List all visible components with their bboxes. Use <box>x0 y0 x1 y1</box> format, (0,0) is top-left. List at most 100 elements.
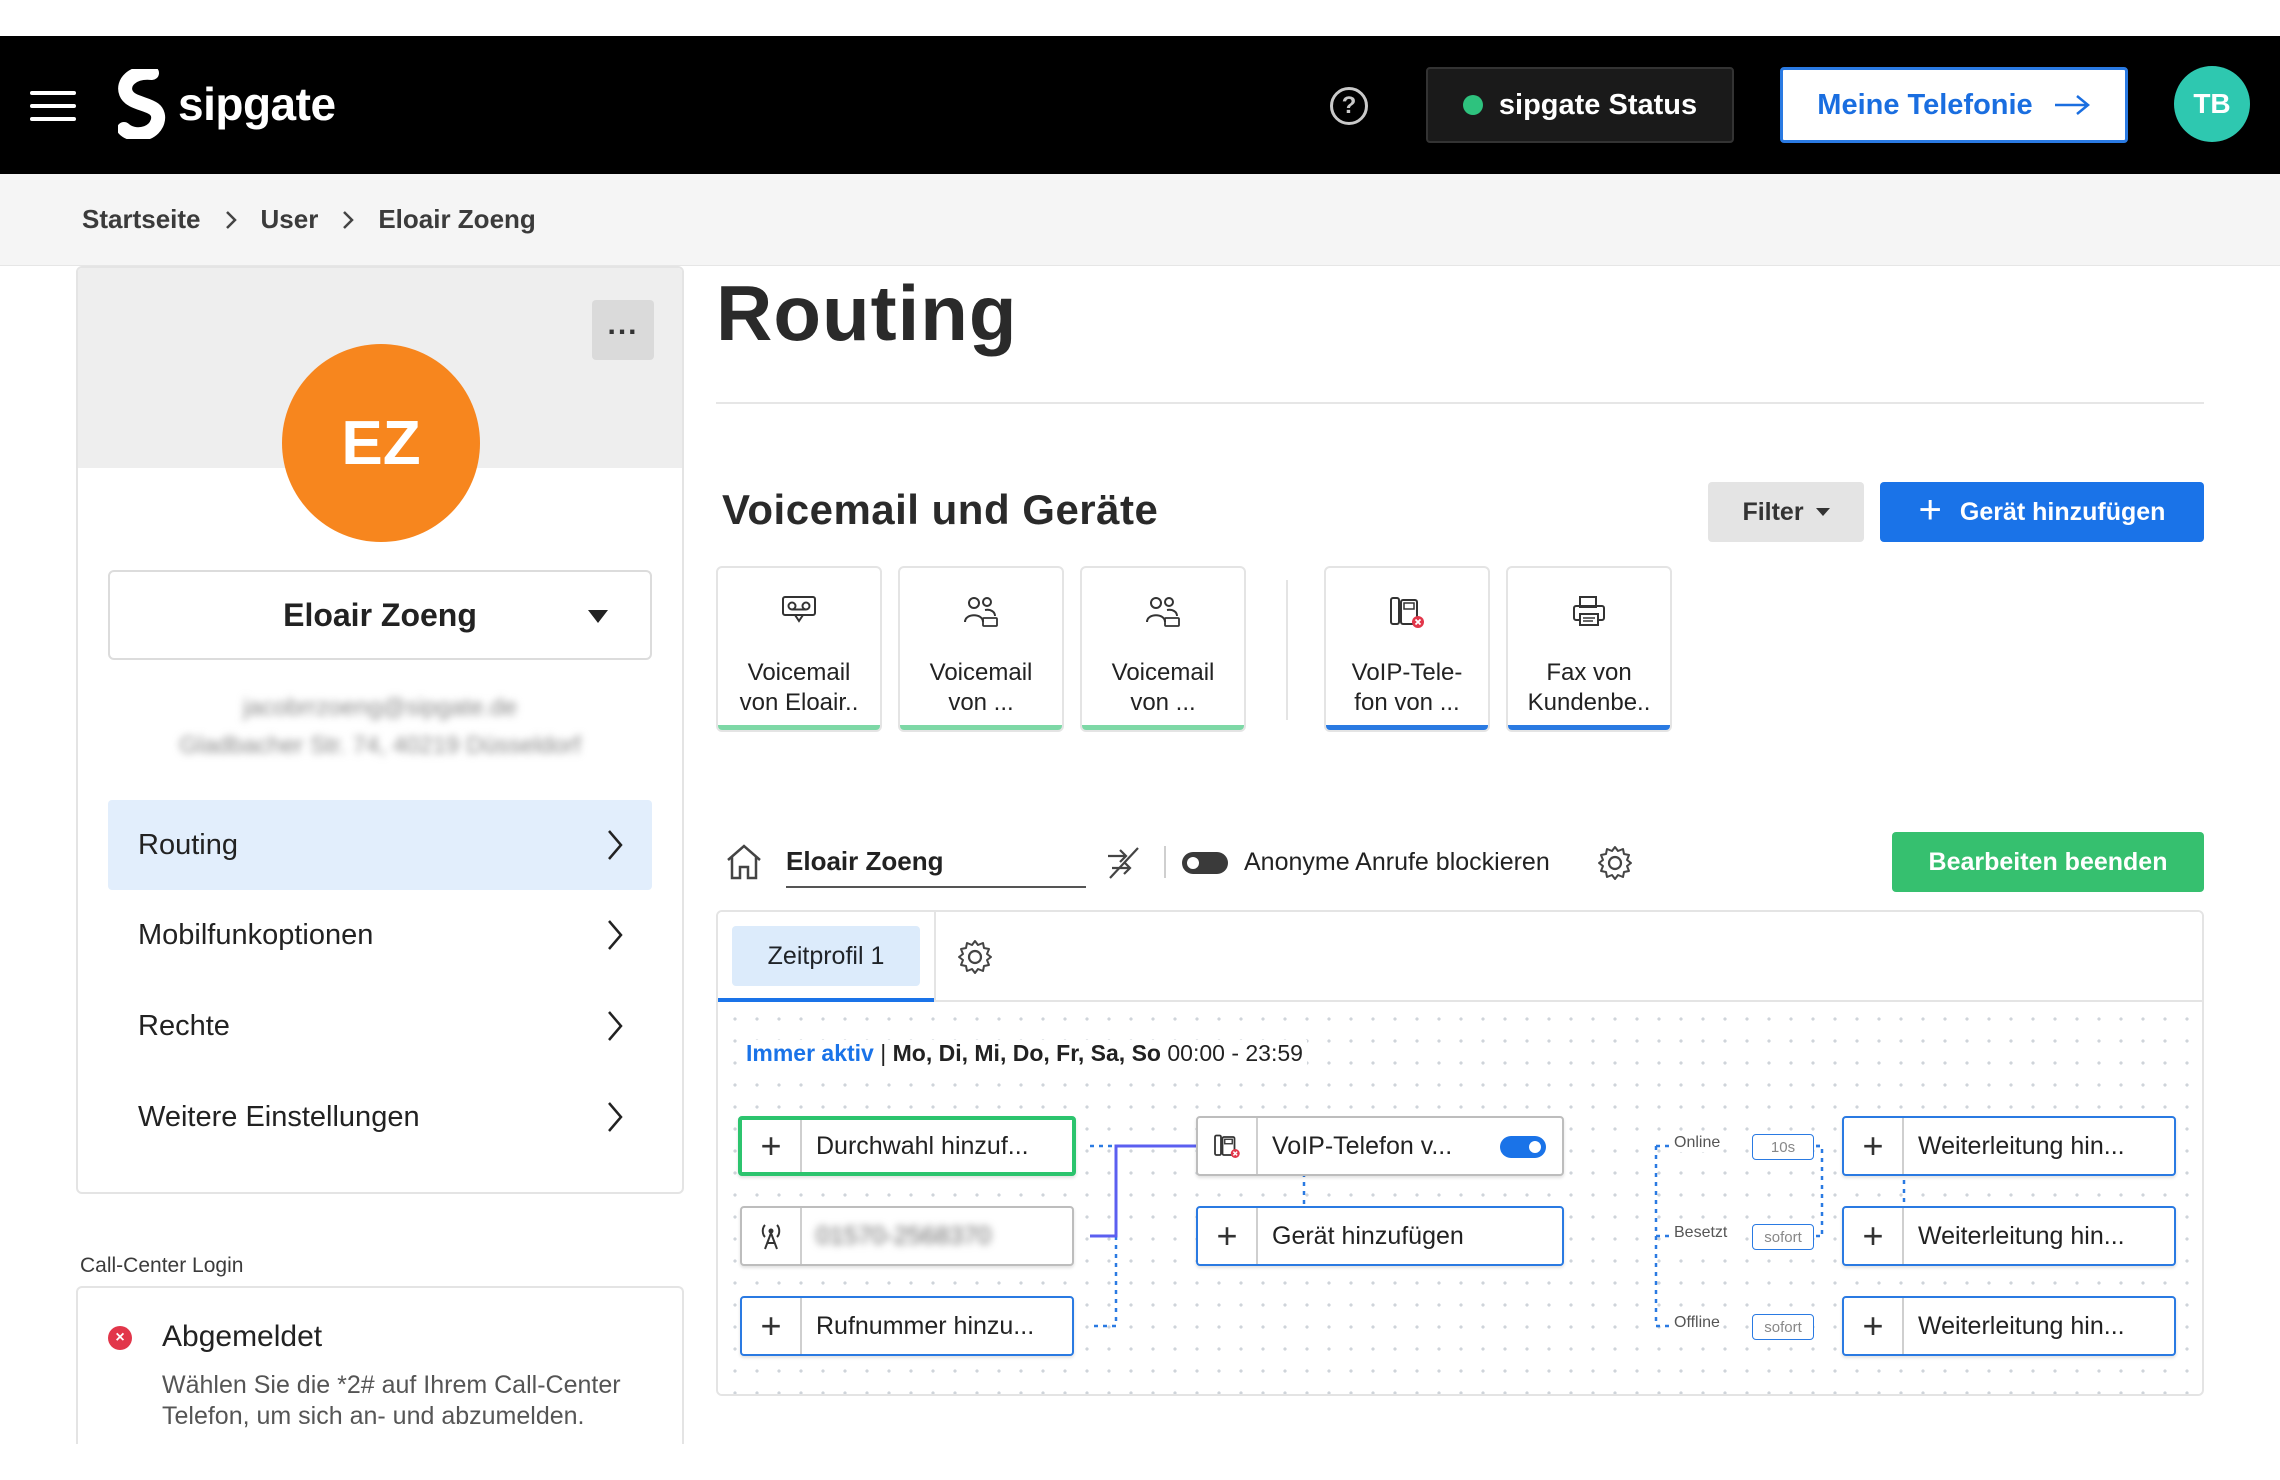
tab-zeitprofil-1[interactable]: Zeitprofil 1 <box>732 926 920 986</box>
plus-icon: + <box>1198 1208 1258 1264</box>
plus-icon: + <box>742 1120 802 1172</box>
help-icon[interactable]: ? <box>1330 87 1368 125</box>
side-menu-rechte[interactable]: Rechte <box>108 981 652 1071</box>
caret-down-icon <box>588 610 608 623</box>
forward-online-node[interactable]: + Weiterleitung hin... <box>1842 1116 2176 1176</box>
voip-phone-toggle[interactable] <box>1500 1136 1546 1158</box>
device-card-fax[interactable]: Fax von Kundenbe.. <box>1506 566 1672 732</box>
side-menu-weitere-einstellungen[interactable]: Weitere Einstellungen <box>108 1072 652 1162</box>
group-voicemail-icon <box>1082 594 1244 628</box>
sipgate-logo[interactable]: sipgate <box>118 69 336 139</box>
condition-busy-label: Besetzt <box>1674 1224 1728 1242</box>
voip-phone-icon <box>1326 594 1488 630</box>
node-label: Weiterleitung hin... <box>1918 1221 2125 1250</box>
device-card-voicemail-3[interactable]: Voicemail von ... <box>1080 566 1246 732</box>
node-label: 01570-2568370 <box>816 1221 992 1250</box>
call-center-status: Abgemeldet <box>162 1320 323 1353</box>
add-device-label: Gerät hinzufügen <box>1959 497 2166 526</box>
anonymous-calls-label: Anonyme Anrufe blockieren <box>1244 848 1550 876</box>
side-menu-label: Routing <box>138 828 238 861</box>
breadcrumb-startseite[interactable]: Startseite <box>82 204 201 235</box>
routing-alias-input[interactable]: Eloair Zoeng <box>786 840 1086 888</box>
antenna-icon <box>742 1208 802 1264</box>
plus-icon: + <box>742 1298 802 1354</box>
profile-email: jacobrrzoeng@sipgate.de <box>243 694 517 721</box>
brand-name: sipgate <box>178 78 336 130</box>
voip-phone-icon <box>1198 1118 1258 1174</box>
device-label-line2: Kundenbe.. <box>1527 689 1651 716</box>
more-options-button[interactable]: ... <box>592 300 654 360</box>
device-label-line2: fon von ... <box>1354 689 1460 716</box>
filter-label: Filter <box>1742 497 1804 526</box>
call-center-description: Wählen Sie die *2# auf Ihrem Call-Center… <box>162 1371 621 1430</box>
group-voicemail-icon <box>900 594 1062 628</box>
meine-telefonie-button[interactable]: Meine Telefonie <box>1780 67 2128 143</box>
fax-icon <box>1508 594 1670 628</box>
device-card-voicemail-2[interactable]: Voicemail von ... <box>898 566 1064 732</box>
mobile-number-node[interactable]: 01570-2568370 <box>740 1206 1074 1266</box>
sipgate-status-button[interactable]: sipgate Status <box>1426 67 1734 143</box>
plus-icon: + <box>1844 1208 1904 1264</box>
add-device-button[interactable]: + Gerät hinzufügen <box>1880 482 2204 542</box>
call-center-section-label: Call-Center Login <box>80 1254 244 1277</box>
device-status-bar <box>900 725 1062 730</box>
device-label-line1: VoIP-Tele- <box>1351 659 1463 686</box>
device-card-voicemail-eloair[interactable]: Voicemail von Eloair.. <box>716 566 882 732</box>
device-label-line2: von ... <box>1130 689 1196 716</box>
add-number-node[interactable]: + Rufnummer hinzu... <box>740 1296 1074 1356</box>
chevron-right-icon <box>608 1011 623 1041</box>
chevron-right-icon <box>342 210 355 230</box>
hamburger-menu-icon[interactable] <box>30 91 76 121</box>
forward-busy-node[interactable]: + Weiterleitung hin... <box>1842 1206 2176 1266</box>
forward-offline-node[interactable]: + Weiterleitung hin... <box>1842 1296 2176 1356</box>
error-x-icon: × <box>108 1326 132 1350</box>
device-status-bar <box>718 725 880 730</box>
device-label-line1: Fax von <box>1546 659 1632 686</box>
telefonie-label: Meine Telefonie <box>1817 88 2033 121</box>
user-avatar[interactable]: TB <box>2174 66 2250 142</box>
toolbar-divider <box>1164 846 1166 878</box>
side-menu-routing[interactable]: Routing <box>108 800 652 890</box>
profile-card: ... EZ Eloair Zoeng jacobrrzoeng@sipgate… <box>76 266 684 1194</box>
breadcrumb: Startseite User Eloair Zoeng <box>0 174 2280 266</box>
device-label-line1: Voicemail <box>929 659 1033 686</box>
delay-badge-online[interactable]: 10s <box>1752 1134 1814 1160</box>
user-select-dropdown[interactable]: Eloair Zoeng <box>108 570 652 660</box>
add-extension-node[interactable]: + Durchwahl hinzuf... <box>738 1116 1076 1176</box>
routing-canvas: Immer aktiv | Mo, Di, Mi, Do, Fr, Sa, So… <box>718 1002 2202 1394</box>
anonymous-calls-toggle[interactable] <box>1182 852 1228 874</box>
title-divider <box>716 402 2204 404</box>
gear-icon[interactable] <box>956 938 994 976</box>
home-icon[interactable] <box>724 842 764 882</box>
call-forward-disabled-icon[interactable] <box>1104 844 1144 880</box>
call-center-card: × Abgemeldet Wählen Sie die *2# auf Ihre… <box>76 1286 684 1456</box>
chevron-right-icon <box>608 920 623 950</box>
caret-down-icon <box>1815 508 1830 516</box>
side-menu-mobilfunkoptionen[interactable]: Mobilfunkoptionen <box>108 890 652 980</box>
delay-badge-busy[interactable]: sofort <box>1752 1224 1814 1250</box>
arrow-right-icon <box>2054 95 2090 115</box>
node-label: Durchwahl hinzuf... <box>816 1131 1029 1160</box>
tab-divider <box>934 912 936 1002</box>
profile-address: Gladbacher Str. 74, 40219 Düsseldorf <box>179 732 581 759</box>
node-label: Rufnummer hinzu... <box>816 1311 1035 1340</box>
device-label-line1: Voicemail <box>747 659 851 686</box>
end-editing-button[interactable]: Bearbeiten beenden <box>1892 832 2204 892</box>
delay-badge-offline[interactable]: sofort <box>1752 1314 1814 1340</box>
node-label: Weiterleitung hin... <box>1918 1311 2125 1340</box>
node-label: Gerät hinzufügen <box>1272 1221 1464 1250</box>
voip-phone-node[interactable]: VoIP-Telefon v... <box>1196 1116 1564 1176</box>
condition-online-label: Online <box>1674 1134 1721 1152</box>
plus-icon: + <box>1844 1118 1904 1174</box>
device-label-line1: Voicemail <box>1111 659 1215 686</box>
filter-button[interactable]: Filter <box>1708 482 1864 542</box>
add-device-node[interactable]: + Gerät hinzufügen <box>1196 1206 1564 1266</box>
gear-icon[interactable] <box>1596 844 1634 882</box>
device-card-voip-telefon[interactable]: VoIP-Tele-fon von ... <box>1324 566 1490 732</box>
chevron-right-icon <box>608 1102 623 1132</box>
routing-editor: Zeitprofil 1 Immer aktiv | Mo, Di, Mi, D… <box>716 910 2204 1396</box>
plus-icon: + <box>1844 1298 1904 1354</box>
sipgate-logo-icon <box>118 69 166 139</box>
breadcrumb-user[interactable]: User <box>261 204 319 235</box>
device-label-line2: von ... <box>948 689 1014 716</box>
